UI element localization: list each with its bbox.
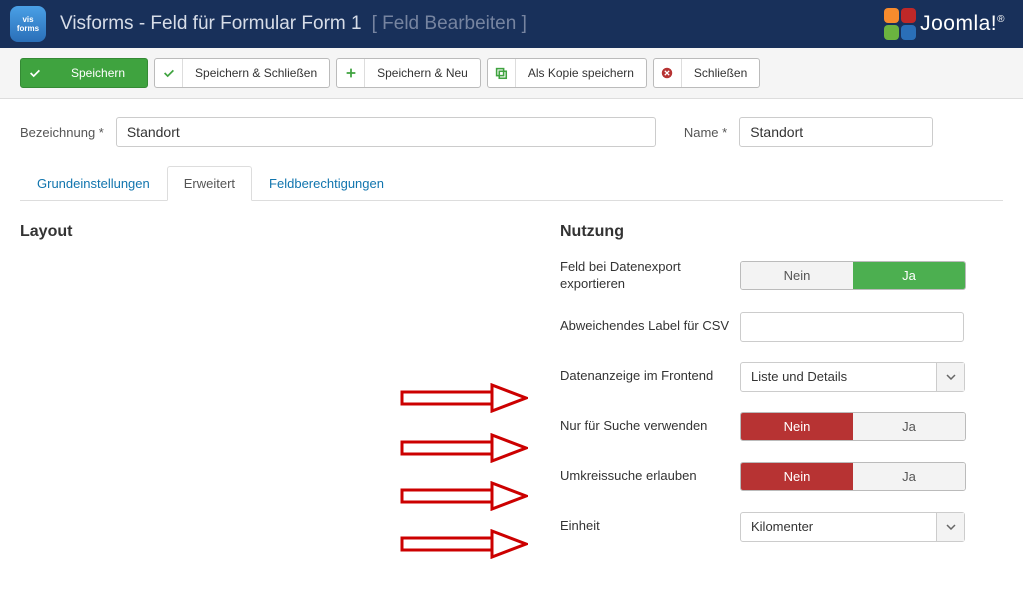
chevron-down-icon[interactable] bbox=[936, 363, 964, 391]
settings-columns: Layout Nutzung Feld bei Datenexport expo… bbox=[20, 223, 1003, 561]
radius-toggle[interactable]: Nein Ja bbox=[740, 462, 966, 491]
joomla-icon bbox=[884, 8, 916, 40]
check-icon bbox=[155, 59, 183, 87]
main-content: Bezeichnung * Name * Grundeinstellungen … bbox=[0, 99, 1023, 579]
save-copy-button[interactable]: Als Kopie speichern bbox=[487, 58, 647, 88]
app-icon: vis forms bbox=[10, 6, 46, 42]
search-toggle[interactable]: Nein Ja bbox=[740, 412, 966, 441]
save-copy-label: Als Kopie speichern bbox=[516, 66, 646, 80]
frontend-label: Datenanzeige im Frontend bbox=[560, 368, 740, 385]
frontend-dropdown-value[interactable]: Liste und Details bbox=[741, 363, 936, 391]
radius-yes-option[interactable]: Ja bbox=[853, 463, 965, 490]
export-yes-option[interactable]: Ja bbox=[853, 262, 965, 289]
radius-label: Umkreissuche erlauben bbox=[560, 468, 740, 485]
radius-no-option[interactable]: Nein bbox=[741, 463, 853, 490]
unit-label: Einheit bbox=[560, 518, 740, 535]
joomla-logo: Joomla!® bbox=[884, 8, 1005, 40]
bezeichnung-input[interactable] bbox=[116, 117, 656, 147]
save-button-label: Speichern bbox=[49, 66, 147, 80]
annotation-arrow-icon bbox=[398, 383, 528, 413]
page-title: Visforms - Feld für Formular Form 1 bbox=[60, 13, 362, 35]
csv-row: Abweichendes Label für CSV bbox=[560, 311, 1003, 343]
name-field: Name * bbox=[684, 117, 933, 147]
app-icon-line1: vis bbox=[22, 15, 33, 24]
usage-column: Nutzung Feld bei Datenexport exportieren… bbox=[560, 223, 1003, 561]
close-button[interactable]: Schließen bbox=[653, 58, 760, 88]
title-area: Visforms - Feld für Formular Form 1 [ Fe… bbox=[60, 13, 527, 35]
save-new-button[interactable]: Speichern & Neu bbox=[336, 58, 481, 88]
bezeichnung-label: Bezeichnung * bbox=[20, 125, 104, 140]
frontend-dropdown[interactable]: Liste und Details bbox=[740, 362, 965, 392]
tabs: Grundeinstellungen Erweitert Feldberecht… bbox=[20, 165, 1003, 201]
save-close-label: Speichern & Schließen bbox=[183, 66, 329, 80]
annotation-arrow-icon bbox=[398, 529, 528, 559]
name-input[interactable] bbox=[739, 117, 933, 147]
bezeichnung-field: Bezeichnung * bbox=[20, 117, 656, 147]
toolbar: Speichern Speichern & Schließen Speicher… bbox=[0, 48, 1023, 99]
name-row: Bezeichnung * Name * bbox=[20, 117, 1003, 147]
copy-icon bbox=[488, 59, 516, 87]
close-label: Schließen bbox=[682, 66, 759, 80]
close-icon bbox=[654, 59, 682, 87]
export-no-option[interactable]: Nein bbox=[741, 262, 853, 289]
search-no-option[interactable]: Nein bbox=[741, 413, 853, 440]
csv-label: Abweichendes Label für CSV bbox=[560, 318, 740, 335]
save-button[interactable]: Speichern bbox=[20, 58, 148, 88]
page-subtitle: [ Feld Bearbeiten ] bbox=[372, 13, 527, 35]
export-label: Feld bei Datenexport exportieren bbox=[560, 259, 740, 293]
check-icon bbox=[21, 59, 49, 87]
header-left: vis forms Visforms - Feld für Formular F… bbox=[10, 6, 527, 42]
plus-icon bbox=[337, 59, 365, 87]
app-icon-line2: forms bbox=[17, 24, 39, 33]
unit-row: Einheit Kilomenter bbox=[560, 511, 1003, 543]
unit-dropdown-value[interactable]: Kilomenter bbox=[741, 513, 936, 541]
search-label: Nur für Suche verwenden bbox=[560, 418, 740, 435]
unit-dropdown[interactable]: Kilomenter bbox=[740, 512, 965, 542]
layout-heading: Layout bbox=[20, 223, 520, 241]
search-yes-option[interactable]: Ja bbox=[853, 413, 965, 440]
tab-basic[interactable]: Grundeinstellungen bbox=[20, 166, 167, 201]
export-toggle[interactable]: Nein Ja bbox=[740, 261, 966, 290]
brand-text: Joomla!® bbox=[920, 12, 1005, 36]
name-label: Name * bbox=[684, 125, 727, 140]
tab-advanced[interactable]: Erweitert bbox=[167, 166, 252, 201]
tab-permissions[interactable]: Feldberechtigungen bbox=[252, 166, 401, 201]
usage-heading: Nutzung bbox=[560, 223, 1003, 241]
export-row: Feld bei Datenexport exportieren Nein Ja bbox=[560, 259, 1003, 293]
annotation-arrow-icon bbox=[398, 481, 528, 511]
header: vis forms Visforms - Feld für Formular F… bbox=[0, 0, 1023, 48]
save-new-label: Speichern & Neu bbox=[365, 66, 480, 80]
layout-column: Layout bbox=[20, 223, 520, 561]
chevron-down-icon[interactable] bbox=[936, 513, 964, 541]
csv-input[interactable] bbox=[740, 312, 964, 342]
search-row: Nur für Suche verwenden Nein Ja bbox=[560, 411, 1003, 443]
radius-row: Umkreissuche erlauben Nein Ja bbox=[560, 461, 1003, 493]
annotation-arrow-icon bbox=[398, 433, 528, 463]
save-close-button[interactable]: Speichern & Schließen bbox=[154, 58, 330, 88]
frontend-row: Datenanzeige im Frontend Liste und Detai… bbox=[560, 361, 1003, 393]
